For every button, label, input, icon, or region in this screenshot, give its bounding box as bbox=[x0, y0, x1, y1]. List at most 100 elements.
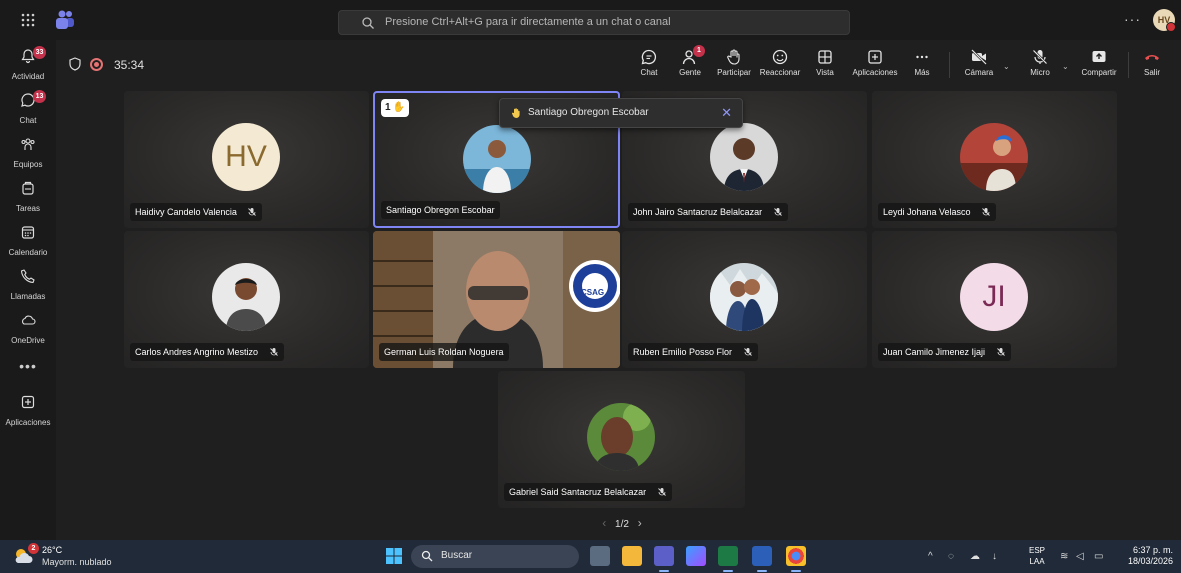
chat-icon bbox=[641, 49, 657, 65]
word-icon[interactable] bbox=[752, 546, 772, 572]
rail-item-activity[interactable]: Actividad 33 bbox=[0, 44, 56, 88]
participant-tile[interactable]: HV Haidivy Candelo Valencia bbox=[124, 91, 369, 228]
excel-icon[interactable] bbox=[718, 546, 738, 572]
participant-name: Leydi Johana Velasco bbox=[883, 207, 971, 217]
rail-item-tasks[interactable]: Tareas bbox=[0, 176, 56, 220]
add-apps-icon bbox=[21, 395, 35, 409]
participant-name-tag: Juan Camilo Jimenez Ijaji bbox=[878, 343, 1011, 361]
file-explorer-icon[interactable] bbox=[622, 546, 642, 566]
avatar bbox=[463, 125, 531, 193]
camera-off-icon bbox=[971, 49, 987, 65]
rail-item-calls[interactable]: Llamadas bbox=[0, 264, 56, 308]
teams-window: Presione Ctrl+Alt+G para ir directamente… bbox=[0, 0, 1181, 573]
tray-chevron-icon[interactable]: ^ bbox=[928, 551, 933, 562]
rail-label: Calendario bbox=[8, 248, 48, 257]
rail-label: Aplicaciones bbox=[5, 418, 51, 427]
gallery-pager: ‹ 1/2 › bbox=[592, 516, 652, 530]
shield-icon[interactable] bbox=[68, 57, 82, 71]
react-button[interactable]: Reaccionar bbox=[758, 48, 802, 84]
weather-badge: 2 bbox=[28, 543, 39, 554]
recording-indicator-icon bbox=[90, 58, 103, 71]
participant-name-tag: Haidivy Candelo Valencia bbox=[130, 203, 263, 221]
taskbar-search[interactable]: Buscar bbox=[411, 545, 579, 568]
logo-text: CSAG bbox=[581, 288, 605, 297]
chat-label: Chat bbox=[640, 68, 658, 77]
search-box[interactable]: Presione Ctrl+Alt+G para ir directamente… bbox=[338, 10, 850, 35]
view-button[interactable]: Vista bbox=[813, 48, 837, 84]
rail-item-onedrive[interactable]: OneDrive bbox=[0, 308, 56, 352]
participant-name-tag: Ruben Emilio Posso Flor bbox=[628, 343, 758, 361]
participant-name: Gabriel Said Santacruz Belalcazar bbox=[509, 487, 647, 497]
taskbar-clock[interactable]: 6:37 p. m. 18/03/2026 bbox=[1123, 545, 1173, 567]
participant-tile[interactable]: Carlos Andres Angrino Mestizo bbox=[124, 231, 369, 368]
phone-icon bbox=[20, 269, 35, 284]
share-button[interactable]: Compartir bbox=[1077, 48, 1121, 84]
taskbar-search-label: Buscar bbox=[441, 550, 473, 561]
rail-more-icon[interactable]: ••• bbox=[0, 358, 56, 374]
people-button[interactable]: 1 Gente bbox=[678, 45, 705, 84]
leave-button[interactable]: Salir bbox=[1140, 48, 1164, 84]
more-button[interactable]: Más bbox=[912, 48, 932, 84]
user-avatar[interactable]: HV bbox=[1153, 9, 1176, 32]
task-view-icon[interactable] bbox=[590, 546, 610, 566]
close-icon[interactable]: ✕ bbox=[721, 105, 732, 121]
rail-label: Tareas bbox=[15, 204, 40, 213]
avatar-initials: JI bbox=[982, 280, 1006, 313]
apps-button[interactable]: Aplicaciones bbox=[851, 48, 899, 84]
raised-hand-order: 1 bbox=[385, 102, 391, 113]
participant-tile[interactable]: Leydi Johana Velasco bbox=[872, 91, 1117, 228]
rail-label: Llamadas bbox=[10, 292, 46, 301]
participant-name-tag: German Luis Roldan Noguera bbox=[379, 343, 509, 361]
top-bar: Presione Ctrl+Alt+G para ir directamente… bbox=[0, 0, 1181, 40]
participant-name-tag: Leydi Johana Velasco bbox=[878, 203, 997, 221]
teams-taskbar-icon[interactable] bbox=[654, 546, 674, 572]
wifi-icon[interactable]: ≋ bbox=[1060, 551, 1068, 562]
battery-icon[interactable]: ▭ bbox=[1094, 551, 1103, 562]
mic-off-icon bbox=[1032, 49, 1048, 65]
meeting-timer: 35:34 bbox=[114, 58, 145, 72]
participant-name: John Jairo Santacruz Belalcazar bbox=[633, 207, 763, 217]
mic-options-chevron-icon[interactable]: ⌄ bbox=[1062, 62, 1069, 71]
volume-icon[interactable]: ◁ bbox=[1076, 551, 1084, 562]
smiley-icon bbox=[772, 49, 788, 65]
camera-button[interactable]: Cámara bbox=[961, 48, 997, 84]
muted-mic-icon bbox=[996, 348, 1005, 356]
avatar bbox=[710, 123, 778, 191]
rail-item-apps[interactable]: Aplicaciones bbox=[0, 390, 56, 434]
previous-page-icon[interactable]: ‹ bbox=[602, 516, 606, 530]
participant-tile[interactable]: Gabriel Said Santacruz Belalcazar bbox=[498, 371, 745, 508]
weather-temp: 26°C bbox=[42, 545, 63, 555]
participant-tile[interactable]: Ruben Emilio Posso Flor bbox=[622, 231, 867, 368]
chrome-icon[interactable] bbox=[786, 546, 806, 572]
add-apps-icon bbox=[868, 50, 882, 64]
share-screen-icon bbox=[1092, 51, 1106, 62]
search-icon bbox=[362, 17, 374, 29]
participant-video-tile[interactable]: CSAG German Luis Roldan Noguera bbox=[373, 231, 620, 368]
camera-options-chevron-icon[interactable]: ⌄ bbox=[1003, 62, 1010, 71]
copilot-icon[interactable] bbox=[686, 546, 706, 566]
search-icon bbox=[421, 550, 433, 562]
language-indicator[interactable]: ESP LAA bbox=[1029, 545, 1045, 567]
people-label: Gente bbox=[679, 68, 701, 77]
onedrive-tray-icon[interactable]: ☁ bbox=[970, 551, 980, 562]
rail-item-chat[interactable]: Chat 13 bbox=[0, 88, 56, 132]
hand-icon: ✋ bbox=[392, 102, 406, 113]
search-placeholder: Presione Ctrl+Alt+G para ir directamente… bbox=[385, 16, 671, 28]
next-page-icon[interactable]: › bbox=[638, 516, 642, 530]
avatar bbox=[960, 123, 1028, 191]
muted-mic-icon bbox=[982, 208, 990, 216]
app-launcher-icon[interactable] bbox=[20, 12, 36, 28]
tray-app-icon[interactable]: ◌ bbox=[948, 551, 954, 562]
more-icon bbox=[916, 55, 928, 59]
usb-icon[interactable]: ↓ bbox=[992, 551, 997, 562]
rail-item-calendar[interactable]: Calendario bbox=[0, 220, 56, 264]
raise-hand-button[interactable]: Participar bbox=[716, 48, 752, 84]
participant-name: Carlos Andres Angrino Mestizo bbox=[135, 347, 259, 357]
chat-button[interactable]: Chat bbox=[639, 48, 659, 84]
mic-button[interactable]: Micro bbox=[1025, 48, 1055, 84]
more-options-icon[interactable]: ··· bbox=[1124, 11, 1141, 27]
participant-tile[interactable]: JI Juan Camilo Jimenez Ijaji bbox=[872, 231, 1117, 368]
windows-start-icon[interactable] bbox=[386, 548, 402, 564]
rail-item-teams[interactable]: Equipos bbox=[0, 132, 56, 176]
react-label: Reaccionar bbox=[759, 68, 801, 77]
